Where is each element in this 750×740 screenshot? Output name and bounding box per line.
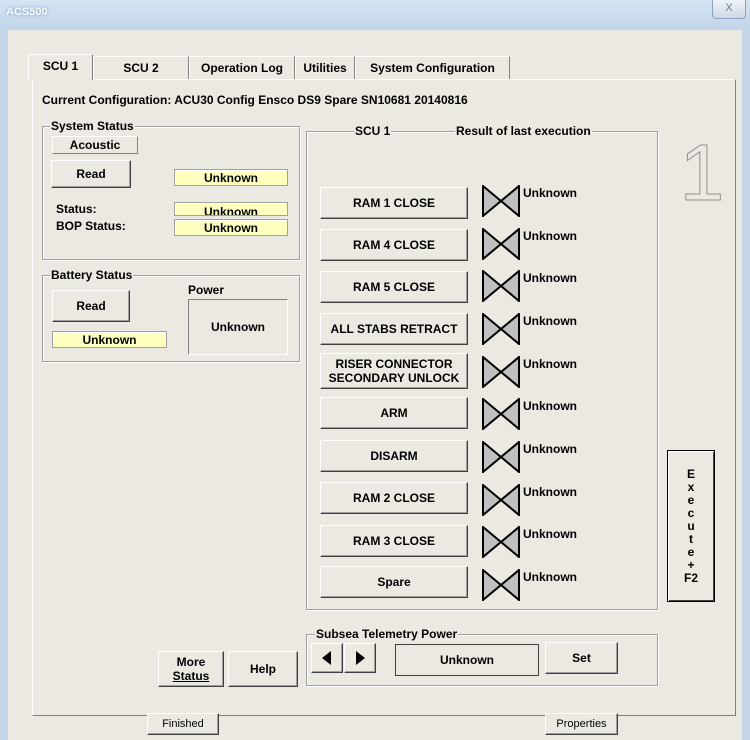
status-value: Unknown (174, 202, 288, 216)
system-read-value: Unknown (174, 169, 288, 186)
execute-letter: t (689, 531, 693, 546)
function-result: Unknown (523, 442, 577, 456)
telemetry-set-button[interactable]: Set (545, 642, 618, 674)
tab-scu-1[interactable]: SCU 1 (28, 54, 93, 80)
function-button-arm[interactable]: ARM (320, 397, 468, 429)
window-title: ACS500 (6, 6, 48, 18)
function-result: Unknown (523, 186, 577, 200)
valve-icon (482, 398, 520, 430)
function-button-all-stabs-retract[interactable]: ALL STABS RETRACT (320, 313, 468, 345)
title-bar: ACS500 X (0, 0, 750, 30)
battery-status-label: Battery Status (50, 268, 134, 282)
tab-operation-log[interactable]: Operation Log (189, 56, 295, 79)
function-result: Unknown (523, 314, 577, 328)
current-configuration: Current Configuration: ACU30 Config Ensc… (42, 93, 468, 107)
function-result: Unknown (523, 357, 577, 371)
function-result: Unknown (523, 485, 577, 499)
execute-letter: u (687, 518, 695, 533)
execute-button[interactable]: E x e c u t e + F2 (667, 450, 715, 602)
valve-icon (482, 185, 520, 217)
tab-utilities[interactable]: Utilities (295, 56, 355, 79)
more-status-line-2: Status (172, 669, 210, 683)
telemetry-power-value: Unknown (395, 644, 539, 676)
function-button-ram-2-close[interactable]: RAM 2 CLOSE (320, 482, 468, 514)
execute-letter: e (687, 544, 695, 559)
left-arrow-icon (322, 651, 331, 665)
function-button-spare[interactable]: Spare (320, 566, 468, 598)
scu-number: 1 (680, 130, 725, 210)
function-result: Unknown (523, 399, 577, 413)
function-button-ram-3-close[interactable]: RAM 3 CLOSE (320, 525, 468, 557)
telemetry-prev-button[interactable] (311, 643, 343, 673)
function-button-ram-4-close[interactable]: RAM 4 CLOSE (320, 229, 468, 261)
function-result: Unknown (523, 527, 577, 541)
valve-icon (482, 313, 520, 345)
power-value: Unknown (188, 299, 288, 355)
scu-group-label: SCU 1 (354, 124, 392, 138)
bop-status-value: Unknown (174, 219, 288, 236)
function-button-ram-5-close[interactable]: RAM 5 CLOSE (320, 271, 468, 303)
properties-button[interactable]: Properties (545, 713, 618, 735)
battery-read-button[interactable]: Read (52, 290, 130, 322)
valve-icon (482, 270, 520, 302)
execute-letter: + (687, 557, 695, 572)
scu-number-indicator: 1 (679, 130, 725, 210)
window-border-left (0, 30, 8, 740)
subsea-telemetry-label: Subsea Telemetry Power (315, 627, 459, 641)
function-result: Unknown (523, 570, 577, 584)
execute-letter: E (686, 466, 695, 481)
more-status-line-1: More (176, 655, 206, 669)
acoustic-label: Acoustic (52, 136, 138, 154)
telemetry-next-button[interactable] (344, 643, 376, 673)
valve-icon (482, 228, 520, 260)
battery-read-value: Unknown (52, 331, 167, 348)
execute-letter: e (687, 492, 695, 507)
valve-icon (482, 441, 520, 473)
function-result: Unknown (523, 229, 577, 243)
result-header: Result of last execution (455, 124, 592, 138)
finished-button[interactable]: Finished (147, 713, 219, 735)
close-button[interactable]: X (712, 0, 746, 19)
client-area: SCU 1 SCU 2 Operation Log Utilities Syst… (8, 30, 742, 740)
valve-icon (482, 526, 520, 558)
valve-icon (482, 356, 520, 388)
function-button-ram-1-close[interactable]: RAM 1 CLOSE (320, 187, 468, 219)
help-button[interactable]: Help (228, 651, 298, 687)
power-label: Power (188, 283, 225, 297)
system-read-button[interactable]: Read (51, 160, 131, 188)
status-label: Status: (56, 202, 97, 216)
function-result: Unknown (523, 271, 577, 285)
bop-status-label: BOP Status: (56, 219, 126, 233)
function-label-line-1: RISER CONNECTOR (335, 357, 453, 371)
function-label-line-2: SECONDARY UNLOCK (328, 371, 460, 385)
function-button-disarm[interactable]: DISARM (320, 440, 468, 472)
execute-letter: x (687, 479, 695, 494)
valve-icon (482, 569, 520, 601)
more-status-button[interactable]: More Status (158, 651, 224, 687)
tab-system-configuration[interactable]: System Configuration (355, 56, 510, 79)
system-status-label: System Status (50, 119, 135, 133)
execute-shortcut: F2 (683, 570, 698, 585)
valve-icon (482, 484, 520, 516)
tab-scu-2[interactable]: SCU 2 (93, 56, 189, 79)
execute-letter: c (687, 505, 695, 520)
window-border-right (742, 30, 750, 740)
function-button-riser-connector-secondary-unlock[interactable]: RISER CONNECTOR SECONDARY UNLOCK (320, 353, 468, 389)
right-arrow-icon (356, 651, 365, 665)
